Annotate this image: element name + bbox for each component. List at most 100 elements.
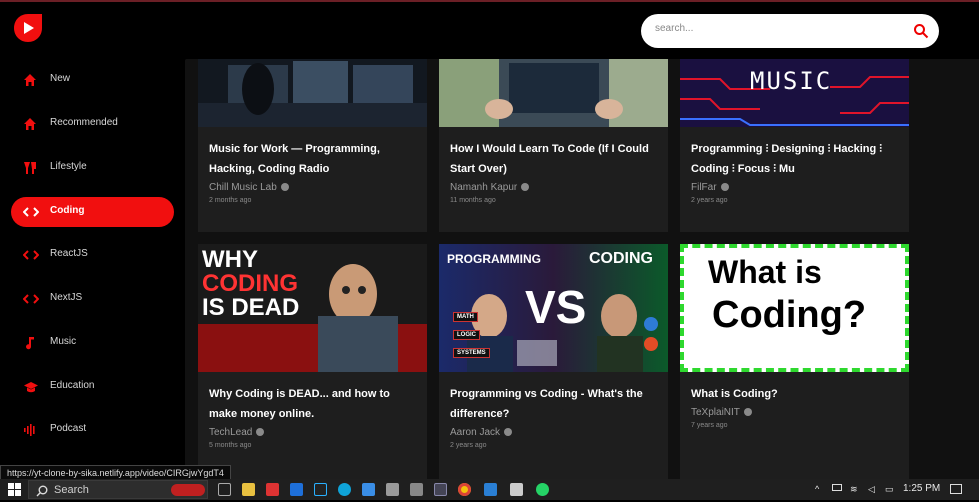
volume-icon[interactable]: ◁ <box>868 484 875 495</box>
thumbnail-text: What is <box>708 254 822 290</box>
verified-icon <box>743 408 752 416</box>
sidebar-item-label: Coding <box>50 205 85 216</box>
file-explorer-icon[interactable] <box>242 483 255 496</box>
thumbnail-text: PROGRAMMING <box>447 252 541 266</box>
clock[interactable]: 1:25 PM <box>903 483 940 494</box>
verified-icon <box>504 428 513 436</box>
thumbnail-text: IS DEAD <box>202 294 300 321</box>
tray-chevron-icon[interactable]: ^ <box>815 484 819 494</box>
tray-app-icon[interactable]: ▭ <box>885 484 894 495</box>
store-icon[interactable] <box>362 483 375 496</box>
video-thumbnail[interactable]: WHY CODING IS DEAD <box>198 244 427 372</box>
app-icon[interactable] <box>434 483 447 496</box>
thumbnail-text: MUSIC <box>750 67 833 95</box>
podcast-icon <box>23 423 39 437</box>
code-icon <box>22 205 40 219</box>
upload-time: 11 months ago <box>450 197 496 204</box>
upload-time: 2 years ago <box>450 442 487 449</box>
app-icon[interactable] <box>290 483 303 496</box>
channel-name[interactable]: Chill Music Lab <box>209 182 289 193</box>
sidebar-item-lifestyle[interactable]: Lifestyle <box>11 153 174 183</box>
thumbnail-text: CODING <box>589 250 653 267</box>
video-title[interactable]: Music for Work — Programming, Hacking, C… <box>209 139 421 179</box>
taskbar-search[interactable]: Search <box>28 480 208 499</box>
sidebar-item-music[interactable]: Music <box>11 328 174 358</box>
channel-name[interactable]: TeXplaiNIT <box>691 407 752 418</box>
video-thumbnail[interactable] <box>439 59 668 127</box>
code-icon <box>22 248 40 262</box>
search-bar <box>641 14 939 48</box>
thumbnail-text: WHY <box>202 246 258 273</box>
video-title[interactable]: Programming ⫶ Designing ⫶ Hacking ⫶ Codi… <box>691 139 903 179</box>
sidebar-item-coding[interactable]: Coding <box>11 197 174 227</box>
sidebar-item-label: Music <box>50 336 77 347</box>
video-feed: Music for Work — Programming, Hacking, C… <box>185 59 979 481</box>
windows-start-icon[interactable] <box>8 483 21 496</box>
video-card[interactable]: WHY CODING IS DEAD Why Coding is DEAD...… <box>198 244 427 481</box>
video-card[interactable]: MUSIC Programming ⫶ Designing ⫶ Hacking … <box>680 59 909 232</box>
app-icon[interactable] <box>266 483 279 496</box>
verified-icon <box>280 183 289 191</box>
vscode-icon[interactable] <box>314 483 327 496</box>
edge-icon[interactable] <box>338 483 351 496</box>
video-card[interactable]: Music for Work — Programming, Hacking, C… <box>198 59 427 232</box>
upload-time: 2 years ago <box>691 197 728 204</box>
search-icon[interactable] <box>913 23 929 39</box>
video-title[interactable]: Programming vs Coding - What's the diffe… <box>450 384 662 424</box>
sidebar-item-new[interactable]: New <box>11 65 174 95</box>
sidebar-item-label: Recommended <box>50 117 118 128</box>
home-icon <box>23 117 39 131</box>
search-input[interactable] <box>655 23 895 34</box>
sidebar-item-podcast[interactable]: Podcast <box>11 415 174 445</box>
video-card[interactable]: PROGRAMMING CODING VS MATH LOGIC SYSTEMS… <box>439 244 668 481</box>
sidebar-item-label: New <box>50 73 71 84</box>
wifi-icon[interactable]: ≋ <box>850 484 858 495</box>
video-title[interactable]: How I Would Learn To Code (If I Could St… <box>450 139 662 179</box>
video-thumbnail[interactable]: PROGRAMMING CODING VS MATH LOGIC SYSTEMS <box>439 244 668 372</box>
taskbar: Search ^ ≋ ◁ ▭ 1:25 PM <box>0 479 979 500</box>
sidebar-item-reactjs[interactable]: ReactJS <box>11 240 174 270</box>
thumbnail-tag: MATH <box>453 312 478 322</box>
channel-name[interactable]: Aaron Jack <box>450 427 513 438</box>
sidebar-item-education[interactable]: Education <box>11 372 174 402</box>
video-thumbnail[interactable]: MUSIC <box>680 59 909 127</box>
lifestyle-icon <box>23 161 39 175</box>
taskbar-search-label: Search <box>54 484 89 496</box>
video-title[interactable]: What is Coding? <box>691 384 903 404</box>
home-icon <box>23 73 39 87</box>
code-icon <box>22 292 40 306</box>
battery-icon[interactable] <box>832 484 842 491</box>
app-window: New Recommended Lifestyle Coding ReactJS… <box>0 0 979 481</box>
sidebar-item-label: ReactJS <box>50 248 88 259</box>
graduation-cap-icon <box>23 380 39 394</box>
sidebar-item-label: NextJS <box>50 292 83 303</box>
play-logo-icon[interactable] <box>12 12 44 44</box>
channel-name[interactable]: TechLead <box>209 427 265 438</box>
app-icon[interactable] <box>410 483 423 496</box>
verified-icon <box>521 183 530 191</box>
mail-icon[interactable] <box>484 483 497 496</box>
search-highlight-icon <box>171 484 205 496</box>
video-thumbnail[interactable]: What is Coding? <box>680 244 909 372</box>
video-thumbnail[interactable] <box>198 59 427 127</box>
channel-name[interactable]: FilFar <box>691 182 729 193</box>
sidebar-item-label: Education <box>50 380 95 391</box>
thumbnail-tag: LOGIC <box>453 330 480 340</box>
verified-icon <box>256 428 265 436</box>
task-view-icon[interactable] <box>218 483 231 496</box>
music-note-icon <box>23 336 39 350</box>
video-title[interactable]: Why Coding is DEAD... and how to make mo… <box>209 384 421 424</box>
thumbnail-text: VS <box>525 281 587 333</box>
video-card[interactable]: What is Coding? What is Coding? TeXplaiN… <box>680 244 909 481</box>
channel-name[interactable]: Namanh Kapur <box>450 182 530 193</box>
photos-icon[interactable] <box>510 483 523 496</box>
verified-icon <box>720 183 729 191</box>
notification-icon[interactable] <box>950 484 962 494</box>
thumbnail-tag: SYSTEMS <box>453 348 490 358</box>
video-card[interactable]: How I Would Learn To Code (If I Could St… <box>439 59 668 232</box>
whatsapp-icon[interactable] <box>536 483 549 496</box>
chrome-icon[interactable] <box>458 483 471 496</box>
calculator-icon[interactable] <box>386 483 399 496</box>
sidebar-item-nextjs[interactable]: NextJS <box>11 284 174 314</box>
sidebar-item-recommended[interactable]: Recommended <box>11 109 174 139</box>
